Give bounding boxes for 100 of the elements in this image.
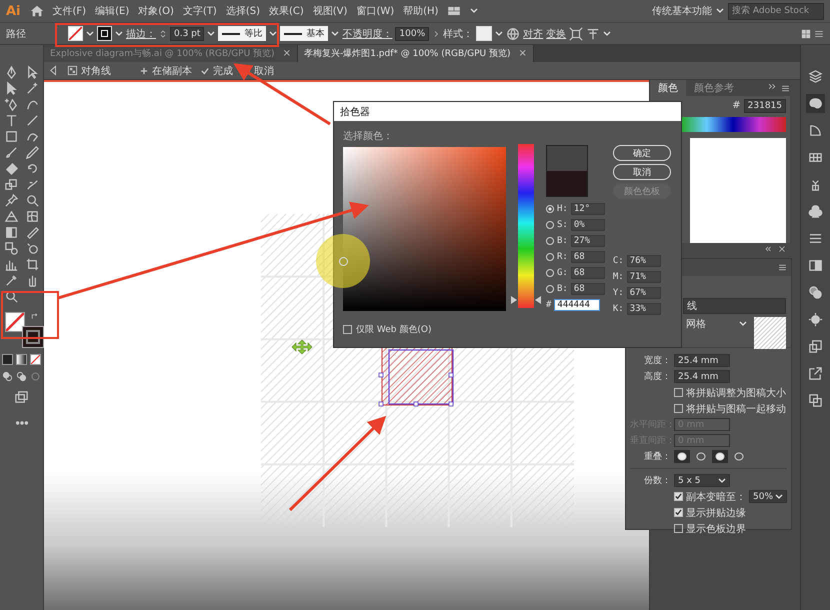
value-field[interactable]: 33% bbox=[626, 302, 661, 314]
magic-wand-icon[interactable] bbox=[24, 81, 40, 96]
pin-icon[interactable] bbox=[4, 193, 18, 208]
panel-tab[interactable]: 颜色参考 bbox=[686, 80, 742, 96]
graphic-style-swatch[interactable] bbox=[476, 26, 492, 41]
blend-icon[interactable] bbox=[4, 241, 18, 256]
checkbox[interactable] bbox=[674, 492, 683, 501]
fill-swatch[interactable] bbox=[68, 26, 83, 41]
panel-tab[interactable]: 颜色 bbox=[650, 80, 686, 96]
menu-item[interactable]: 视图(V) bbox=[312, 4, 348, 18]
menu-item[interactable]: 选择(S) bbox=[226, 4, 260, 18]
close-icon[interactable] bbox=[778, 245, 786, 253]
caret-icon[interactable] bbox=[495, 30, 504, 36]
plus-icon[interactable] bbox=[139, 66, 149, 76]
gradient-swatch-icon[interactable] bbox=[808, 123, 823, 138]
close-tab-button[interactable]: × bbox=[518, 48, 527, 59]
caret-icon[interactable] bbox=[718, 478, 726, 484]
color-field[interactable] bbox=[343, 147, 506, 311]
value-field[interactable]: 68 bbox=[570, 282, 605, 294]
pencil-icon[interactable] bbox=[24, 145, 40, 160]
checkmark-icon[interactable] bbox=[200, 66, 210, 76]
value-field[interactable]: 0% bbox=[570, 218, 605, 230]
home-icon[interactable] bbox=[30, 4, 44, 18]
menu-item[interactable]: 效果(C) bbox=[268, 4, 304, 18]
pattern-name-field[interactable]: 线 bbox=[683, 298, 786, 314]
color-picker-ring[interactable] bbox=[339, 257, 348, 266]
export-icon[interactable] bbox=[808, 366, 823, 381]
pattern-tile[interactable] bbox=[378, 346, 454, 406]
artboards-icon[interactable] bbox=[808, 393, 823, 408]
panel-menu-icon[interactable] bbox=[814, 28, 824, 38]
caret-icon[interactable] bbox=[739, 321, 747, 327]
checkbox[interactable] bbox=[674, 388, 683, 397]
gradient-mode-button[interactable] bbox=[16, 354, 27, 365]
dialog-button[interactable]: 确定 bbox=[612, 145, 671, 161]
caret-icon[interactable] bbox=[716, 8, 724, 14]
draw-normal-icon[interactable] bbox=[2, 371, 13, 382]
globe-icon[interactable] bbox=[506, 26, 520, 40]
symbol-sprayer-icon[interactable] bbox=[24, 241, 40, 256]
document-tab[interactable]: 孝梅复兴-爆炸图1.pdf* @ 100% (RGB/GPU 预览) × bbox=[298, 45, 534, 62]
ruler-icon[interactable] bbox=[24, 225, 40, 240]
chevron-right-icon[interactable] bbox=[432, 28, 440, 38]
panel-menu-icon[interactable] bbox=[778, 263, 787, 272]
menu-item[interactable]: 帮助(H) bbox=[403, 4, 438, 18]
stroke-lines-icon[interactable] bbox=[808, 231, 823, 246]
value-field[interactable]: 12° bbox=[570, 202, 605, 214]
fill-color-swatch[interactable] bbox=[4, 312, 24, 332]
value-field[interactable]: 76% bbox=[626, 254, 661, 266]
club-icon[interactable] bbox=[808, 204, 823, 219]
checkbox[interactable] bbox=[674, 508, 683, 517]
copies-dropdown[interactable]: 5 x 5 bbox=[674, 474, 730, 487]
caret-icon[interactable] bbox=[603, 30, 612, 36]
opacity-label[interactable]: 不透明度： bbox=[342, 26, 392, 40]
caret-icon[interactable] bbox=[470, 8, 478, 14]
back-arrow-icon[interactable] bbox=[48, 65, 59, 76]
isolate-icon[interactable] bbox=[586, 26, 600, 40]
mesh-icon[interactable] bbox=[24, 209, 40, 224]
done-button[interactable]: 完成 bbox=[213, 64, 233, 78]
radio-button[interactable] bbox=[546, 236, 554, 244]
menu-item[interactable]: 窗口(W) bbox=[356, 4, 394, 18]
caret-icon[interactable] bbox=[331, 30, 340, 36]
panel-link-button[interactable]: 对齐 bbox=[523, 26, 544, 40]
save-copy-button[interactable]: 在储副本 bbox=[152, 64, 192, 78]
caret-icon[interactable] bbox=[115, 30, 123, 36]
value-field[interactable]: 27% bbox=[570, 234, 605, 246]
radio-button[interactable] bbox=[546, 284, 554, 292]
anchor-pen-icon[interactable] bbox=[4, 97, 18, 112]
size-field[interactable]: 25.4 mm bbox=[674, 370, 730, 383]
expand-panel-icon[interactable] bbox=[768, 82, 777, 91]
cancel-button[interactable]: 取消 bbox=[254, 64, 274, 78]
line-icon[interactable] bbox=[24, 113, 40, 128]
opacity-field[interactable]: 100% bbox=[395, 26, 430, 40]
hex-field[interactable]: 231815 bbox=[744, 98, 786, 112]
gradient-icon[interactable] bbox=[4, 225, 18, 240]
checkbox[interactable] bbox=[343, 325, 352, 334]
stroke-weight-field[interactable]: 0.3 pt bbox=[170, 26, 204, 40]
caret-icon[interactable] bbox=[775, 494, 783, 500]
gradient-bar-icon[interactable] bbox=[808, 258, 823, 273]
layers-icon[interactable] bbox=[808, 69, 823, 84]
checkbox[interactable] bbox=[674, 404, 683, 413]
panel-link-button[interactable]: 变换 bbox=[546, 26, 566, 40]
stacked-squares-icon[interactable] bbox=[808, 339, 823, 354]
document-tab[interactable]: Explosive diagram与畅.ai @ 100% (RGB/GPU 预览) × bbox=[44, 45, 298, 62]
caret-icon[interactable] bbox=[207, 30, 216, 36]
workspace-switcher[interactable]: 传统基本功能 bbox=[652, 4, 712, 18]
checkbox[interactable] bbox=[674, 524, 683, 533]
rectangle-icon[interactable] bbox=[4, 129, 18, 144]
close-tab-button[interactable]: × bbox=[282, 48, 291, 59]
menu-item[interactable]: 对象(O) bbox=[138, 4, 174, 18]
collapse-icon[interactable] bbox=[764, 245, 772, 253]
overlap-button[interactable] bbox=[712, 450, 728, 463]
dialog-button[interactable]: 取消 bbox=[612, 164, 671, 180]
size-field[interactable]: 25.4 mm bbox=[674, 354, 730, 367]
swap-arrow-icon[interactable] bbox=[30, 312, 38, 321]
shape-builder-icon[interactable] bbox=[24, 193, 40, 208]
color-mode-button[interactable] bbox=[2, 354, 13, 365]
stroke-swatch[interactable] bbox=[97, 26, 112, 41]
draw-behind-icon[interactable] bbox=[16, 371, 27, 382]
menu-item[interactable]: 文字(T) bbox=[182, 4, 217, 18]
swatches-icon[interactable] bbox=[808, 150, 823, 165]
tile-type-dropdown[interactable]: 网格 bbox=[683, 317, 750, 331]
